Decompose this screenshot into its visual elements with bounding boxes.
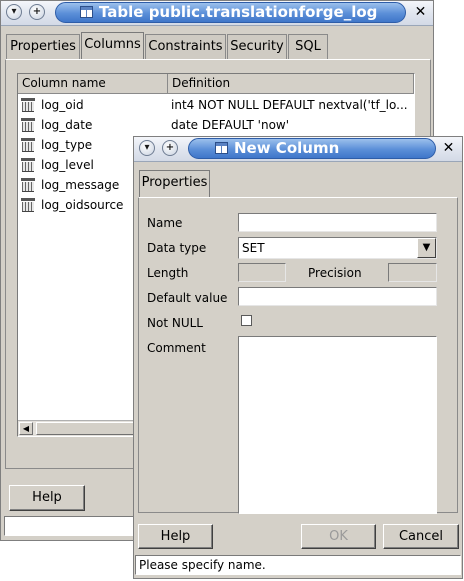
dialog-titlebar: ▾ + New Column ✕ [134,137,462,162]
tab-label: Security [230,39,284,54]
dialog-title[interactable]: New Column [188,138,436,159]
table-icon [215,142,228,154]
not-null-checkbox[interactable] [241,315,252,326]
table-icon [80,6,93,18]
tab-label: Properties [10,39,76,54]
column-name-header[interactable]: Column name [18,74,168,94]
button-label: Cancel [398,529,444,544]
main-window-title[interactable]: Table public.translationforge_log [55,2,406,23]
not-null-label: Not NULL [147,316,203,330]
tab-label: SQL [295,39,321,54]
dialog-status-bar: Please specify name. [135,555,461,575]
tab-properties[interactable]: Properties [6,34,80,60]
cancel-button[interactable]: Cancel [383,524,459,549]
tab-label: Properties [141,175,208,190]
dialog-close-icon[interactable]: ✕ [440,140,457,157]
dialog-help-button[interactable]: Help [138,524,213,549]
definition-header[interactable]: Definition [168,74,414,94]
length-label: Length [147,266,189,280]
precision-label: Precision [308,266,362,280]
window-menu-icon[interactable]: ▾ [6,4,22,20]
comment-textarea[interactable] [238,336,437,514]
dialog-pin-icon[interactable]: + [162,140,178,156]
data-type-value: SET [242,241,265,255]
dialog-title-text: New Column [234,139,340,157]
data-type-select[interactable]: SET ▼ [238,237,437,259]
column-definition: date DEFAULT 'now' [171,118,290,132]
default-value-field[interactable] [238,287,437,306]
tab-label: Constraints [148,39,223,54]
column-icon [21,178,35,192]
column-name: log_oidsource [41,198,124,212]
tab-columns[interactable]: Columns [81,32,144,60]
default-value-label: Default value [147,291,228,305]
column-name: log_oid [41,98,84,112]
data-type-label: Data type [147,241,207,255]
tab-dialog-properties[interactable]: Properties [139,170,210,198]
column-name: log_message [41,178,120,192]
column-name: log_level [41,158,94,172]
tab-label: Columns [84,37,141,52]
column-name: log_type [41,138,93,152]
header-label: Definition [172,76,231,90]
tab-constraints[interactable]: Constraints [145,34,226,60]
name-label: Name [147,216,183,230]
button-label: OK [329,529,348,544]
column-definition: int4 NOT NULL DEFAULT nextval('tf_lo... [171,98,408,112]
name-field[interactable] [238,213,437,232]
scroll-thumb[interactable] [36,422,146,435]
length-field [238,263,286,282]
ok-button[interactable]: OK [301,524,376,549]
main-help-button[interactable]: Help [9,485,85,511]
main-title-text: Table public.translationforge_log [99,3,378,21]
header-label: Column name [22,76,106,90]
column-icon [21,198,35,212]
column-icon [21,138,35,152]
list-item[interactable]: log_date date DEFAULT 'now' [18,115,414,135]
column-name: log_date [41,118,93,132]
list-item[interactable]: log_oid int4 NOT NULL DEFAULT nextval('t… [18,95,414,115]
tab-security[interactable]: Security [227,34,287,60]
column-icon [21,98,35,112]
column-icon [21,158,35,172]
comment-label: Comment [147,341,206,355]
chevron-down-icon[interactable]: ▼ [417,238,436,258]
main-titlebar: ▾ + Table public.translationforge_log ✕ [1,1,433,26]
window-pin-icon[interactable]: + [29,4,45,20]
button-label: Help [32,490,62,505]
precision-field [388,263,437,282]
main-close-icon[interactable]: ✕ [412,4,429,21]
scroll-left-icon[interactable]: ◀ [19,422,33,435]
new-column-dialog: ▾ + New Column ✕ Properties Name Data ty… [133,136,463,579]
column-icon [21,118,35,132]
button-label: Help [160,529,191,544]
tab-sql[interactable]: SQL [288,34,328,60]
dialog-menu-icon[interactable]: ▾ [139,140,155,156]
status-text: Please specify name. [139,558,266,572]
